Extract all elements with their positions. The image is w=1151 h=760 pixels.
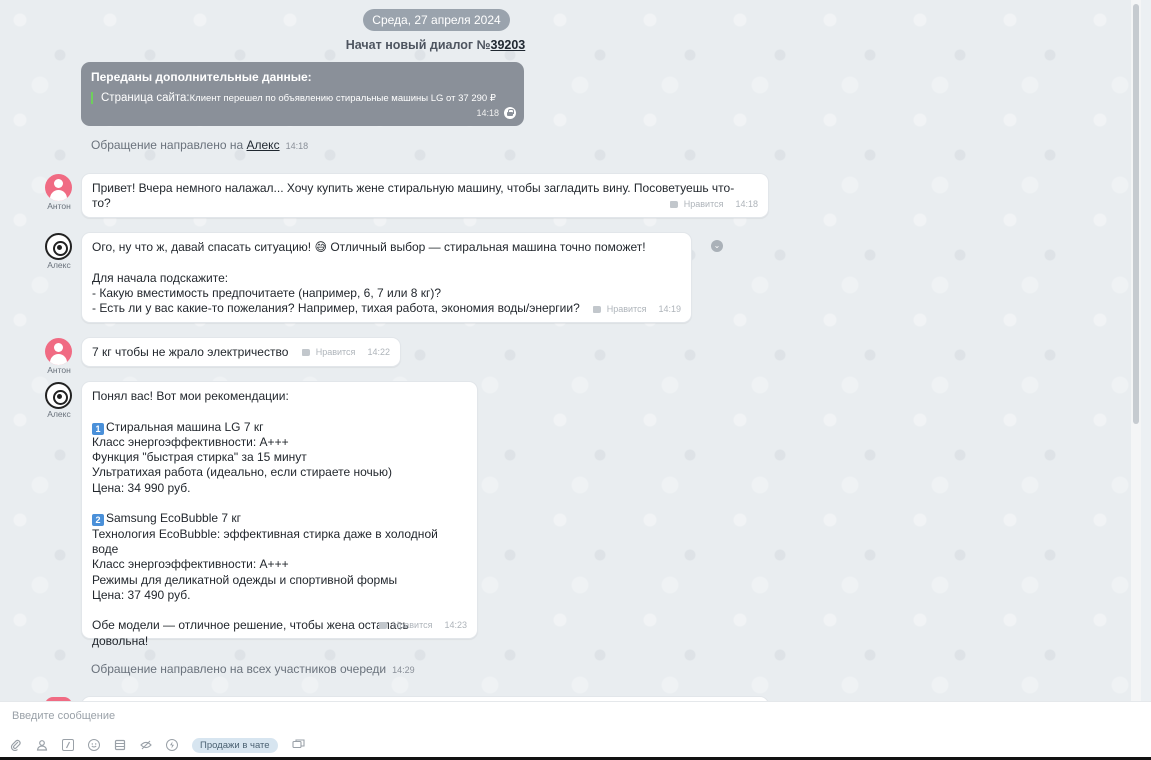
scroll-thumb[interactable] <box>1133 4 1139 424</box>
site-page-label: Страница сайта: <box>101 92 190 104</box>
message-time: 14:23 <box>444 619 467 630</box>
message-time: 14:22 <box>367 347 390 358</box>
option-1-details: Класс энергоэффективности: A+++ Функция … <box>92 434 392 495</box>
thumbs-up-icon[interactable] <box>301 349 310 357</box>
emoji-icon[interactable] <box>88 739 100 751</box>
option-1-title-line: 1 Стиральная машина LG 7 кг <box>92 420 467 435</box>
routing-time: 14:18 <box>285 141 309 151</box>
site-page-line: Страница сайта:Клиент перешел по объявле… <box>91 92 514 104</box>
like-button[interactable]: Нравится <box>607 302 647 317</box>
option-2-title-line: 2 Samsung EcoBubble 7 кг <box>92 511 467 527</box>
message-bubble: Привет! Вчера немного налажал... Хочу ку… <box>81 173 769 218</box>
option-2-title: Samsung EcoBubble 7 кг <box>106 511 242 526</box>
additional-data-card: Переданы дополнительные данные: Страница… <box>81 62 524 126</box>
sales-in-chat-button[interactable]: Продажи в чате <box>192 737 278 753</box>
message-meta: Нравится 14:18 <box>669 197 758 212</box>
like-button[interactable]: Нравится <box>393 618 433 633</box>
avatar-name: Антон <box>47 365 71 375</box>
new-dialog-prefix: Начат новый диалог № <box>345 38 491 52</box>
agent-link[interactable]: Алекс <box>247 138 280 152</box>
message-meta: Нравится 14:19 <box>592 302 681 317</box>
routing-notice: Обращение направлено на Алекс 14:18 <box>91 138 308 152</box>
chevron-down-icon[interactable]: ⌄ <box>711 240 723 252</box>
lock-icon <box>504 107 516 119</box>
templates-icon[interactable] <box>114 739 126 751</box>
chat-history: Среда, 27 апреля 2024 Начат новый диалог… <box>0 0 1141 701</box>
message-bubble: Понял вас! Вот мои рекомендации: 1 Стирал… <box>81 381 478 648</box>
routing-notice-queue: Обращение направлено на всех участников … <box>91 662 415 676</box>
date-separator: Среда, 27 апреля 2024 <box>363 9 510 31</box>
like-button[interactable]: Нравится <box>316 345 356 360</box>
number-1-badge: 1 <box>92 422 104 435</box>
avatar-name: Алекс <box>47 260 71 270</box>
avatar-name: Алекс <box>47 409 71 419</box>
message-meta: Нравится 14:22 <box>301 345 390 360</box>
message-text: Привет! Вчера немного налажал... Хочу ку… <box>92 181 735 211</box>
contact-icon[interactable] <box>36 739 48 751</box>
command-icon[interactable] <box>62 739 74 751</box>
number-2-badge: 2 <box>92 514 104 527</box>
agent-avatar[interactable] <box>45 382 72 409</box>
message-intro: Понял вас! Вот мои рекомендации: <box>92 389 289 403</box>
routing-time: 14:29 <box>392 665 415 675</box>
dialog-number-link[interactable]: 39203 <box>491 38 526 52</box>
paperclip-icon[interactable] <box>10 739 22 752</box>
card-time: 14:18 <box>476 108 499 118</box>
user-avatar[interactable] <box>45 338 72 365</box>
message-text: 7 кг чтобы не жрало электричество <box>92 345 289 359</box>
avatar-name: Антон <box>47 201 71 211</box>
chat-window-icon[interactable] <box>292 739 305 751</box>
thumbs-up-icon[interactable] <box>669 200 678 208</box>
thumbs-up-icon[interactable] <box>592 305 601 313</box>
user-avatar[interactable] <box>45 174 72 201</box>
thumbs-up-icon[interactable] <box>378 621 387 629</box>
message-meta: Нравится 14:23 <box>378 618 467 633</box>
option-1-title: Стиральная машина LG 7 кг <box>106 419 264 434</box>
composer-toolbar: Продажи в чате <box>10 737 318 753</box>
scrollbar[interactable] <box>1131 0 1141 701</box>
like-button[interactable]: Нравится <box>684 197 724 212</box>
additional-data-title: Переданы дополнительные данные: <box>91 70 312 84</box>
hidden-message-icon[interactable] <box>140 739 152 751</box>
message-input[interactable] <box>12 707 1132 725</box>
message-composer: Продажи в чате <box>0 701 1151 760</box>
message-time: 14:18 <box>735 198 758 209</box>
new-dialog-notice: Начат новый диалог №39203 <box>0 38 871 52</box>
option-2-details: Технология EcoBubble: эффективная стирка… <box>92 526 438 602</box>
routing-text: Обращение направлено на всех участников … <box>91 662 387 676</box>
agent-avatar[interactable] <box>45 233 72 260</box>
payment-icon[interactable] <box>166 739 178 751</box>
site-page-value: Клиент перешел по объявлению стиральные … <box>189 93 496 104</box>
message-bubble: 7 кг чтобы не жрало электричество Нравит… <box>81 337 401 367</box>
routing-text: Обращение направлено на <box>91 138 247 152</box>
message-bubble: Ого, ну что ж, давай спасать ситуацию! 😅… <box>81 232 692 323</box>
message-time: 14:19 <box>658 303 681 314</box>
card-meta: 14:18 <box>476 107 516 119</box>
